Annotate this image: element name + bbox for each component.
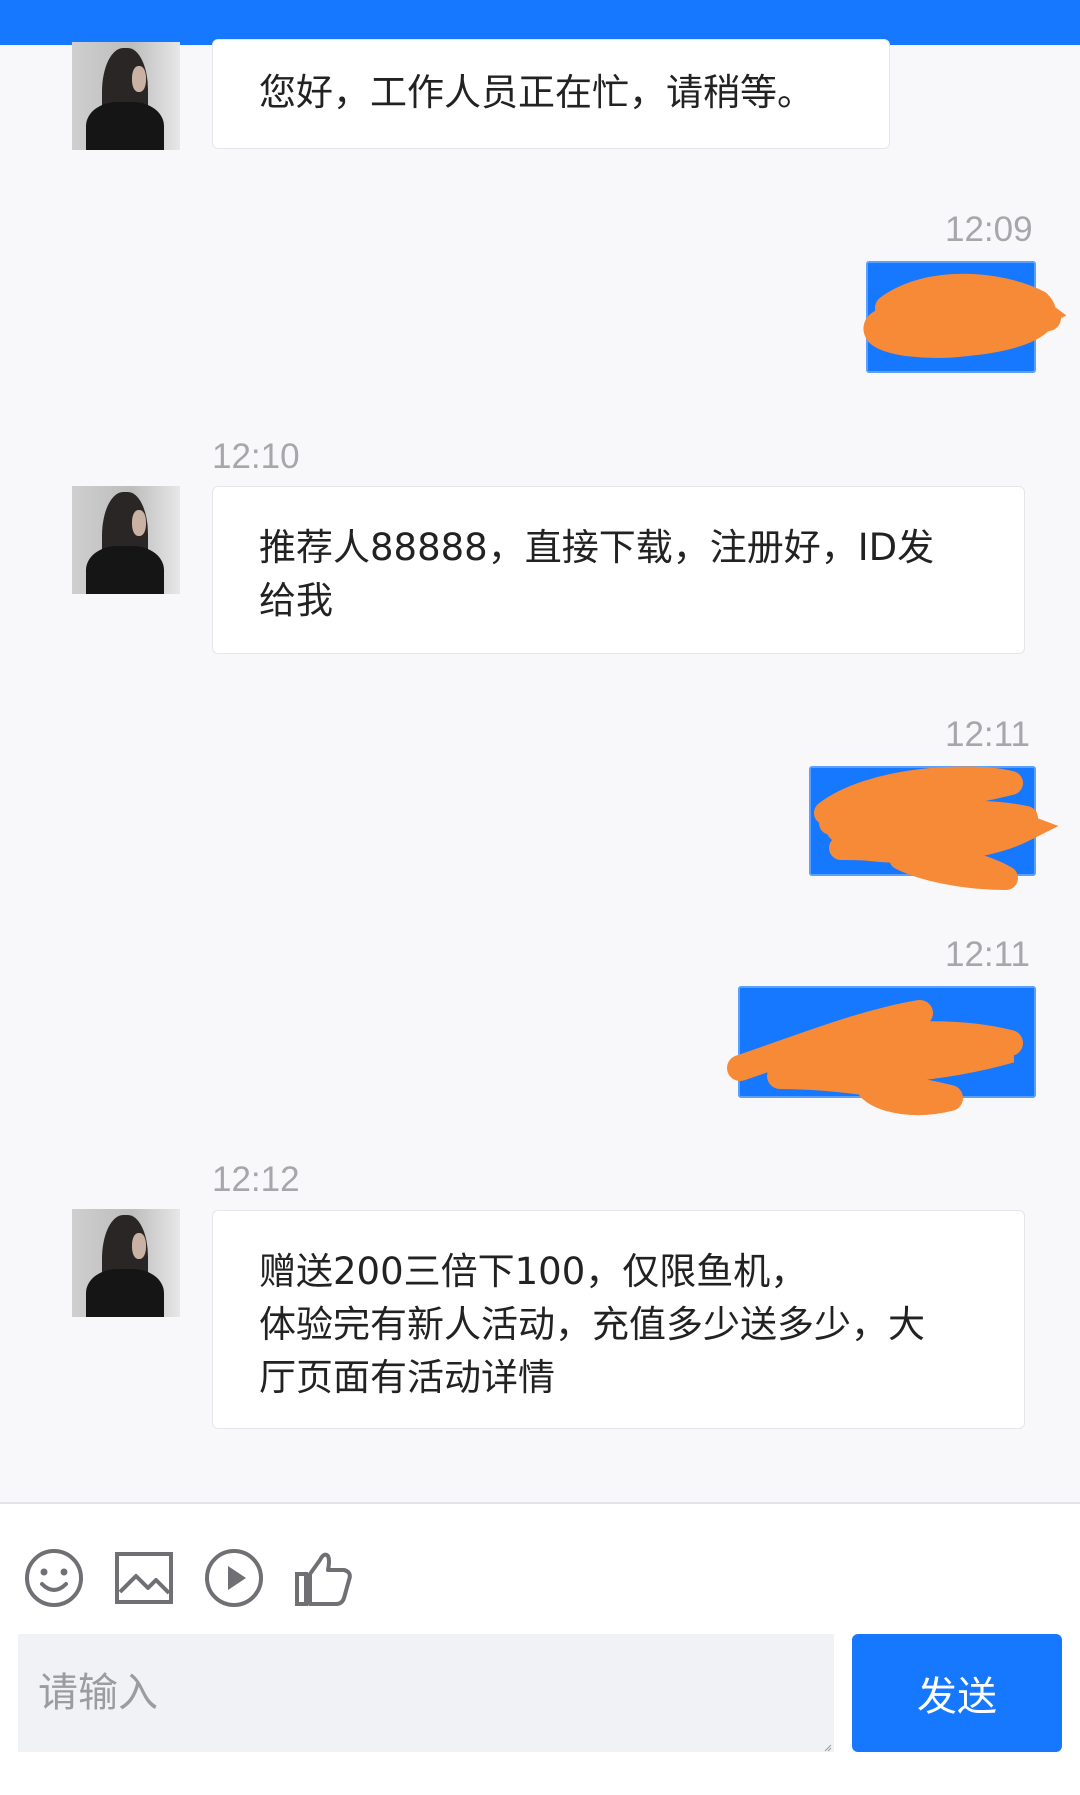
message-text-line: 体验完有新人活动，充值多少送多少，大 <box>259 1303 925 1346</box>
redaction-scribble <box>814 766 1059 890</box>
send-button[interactable]: 发送 <box>852 1634 1062 1752</box>
incoming-message-bubble: 推荐人88888，直接下载，注册好，ID发 给我 <box>212 486 1025 654</box>
composer-area: 发送 <box>0 1504 1080 1795</box>
message-timestamp: 12:12 <box>212 1160 300 1199</box>
message-input[interactable] <box>18 1634 834 1752</box>
incoming-message-bubble: 赠送200三倍下100，仅限鱼机， 体验完有新人活动，充值多少送多少，大 厅页面… <box>212 1210 1025 1429</box>
outgoing-message-bubble <box>809 766 1059 890</box>
message-text-line: 给我 <box>259 579 333 622</box>
message-timestamp: 12:11 <box>945 935 1030 974</box>
message-timestamp: 12:11 <box>945 715 1030 754</box>
agent-avatar[interactable] <box>72 42 180 150</box>
outgoing-message-bubble <box>727 986 1036 1116</box>
agent-avatar[interactable] <box>72 486 180 594</box>
resize-handle-icon[interactable] <box>824 1744 832 1752</box>
message-text-line: 厅页面有活动详情 <box>259 1356 555 1399</box>
image-icon[interactable] <box>112 1546 176 1610</box>
message-timestamp: 12:09 <box>945 210 1033 249</box>
message-timestamp: 12:10 <box>212 437 300 476</box>
incoming-message-bubble: 您好，工作人员正在忙，请稍等。 <box>212 39 890 149</box>
thumbs-up-icon[interactable] <box>292 1546 356 1610</box>
message-text-line: 推荐人88888，直接下载，注册好，ID发 <box>259 526 935 569</box>
agent-avatar[interactable] <box>72 1209 180 1317</box>
message-text-line: 您好，工作人员正在忙，请稍等。 <box>259 71 814 114</box>
redaction-scribble <box>727 1000 1023 1116</box>
video-icon[interactable] <box>202 1546 266 1610</box>
redaction-scribble <box>863 273 1067 358</box>
emoji-icon[interactable] <box>22 1546 86 1610</box>
message-text-line: 赠送200三倍下100，仅限鱼机， <box>259 1250 808 1293</box>
outgoing-message-bubble <box>863 261 1067 373</box>
chat-history[interactable]: 您好，工作人员正在忙，请稍等。 12:09 12:10 推荐人88888，直接下… <box>0 39 1080 1503</box>
